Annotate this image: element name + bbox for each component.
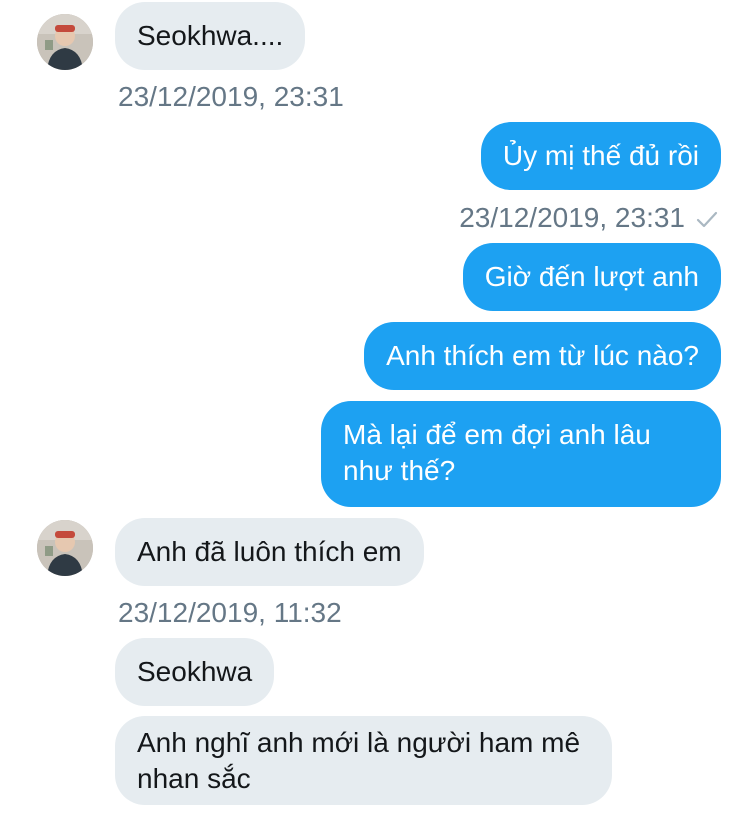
message-bubble-outgoing[interactable]: Giờ đến lượt anh <box>462 243 721 311</box>
message-bubble-incoming[interactable]: Seokhwa.... <box>115 2 306 70</box>
avatar-photo <box>37 14 93 70</box>
contact-avatar[interactable] <box>37 14 93 70</box>
message-timestamp-sent: 23/12/2019, 23:31 <box>459 201 719 237</box>
message-bubble-incoming[interactable]: Anh nghĩ anh mới là người ham mê nhan sắ… <box>115 716 612 805</box>
message-timestamp: 23/12/2019, 23:31 <box>118 81 344 112</box>
message-timestamp: 23/12/2019, 11:32 <box>118 597 342 628</box>
message-bubble-incoming[interactable]: Seokhwa <box>115 638 275 706</box>
contact-avatar[interactable] <box>37 520 93 576</box>
avatar-photo <box>37 520 93 576</box>
timestamp-text: 23/12/2019, 23:31 <box>459 202 685 233</box>
message-bubble-outgoing[interactable]: Mà lại để em đợi anh lâu như thế? <box>321 401 721 507</box>
checkmark-icon <box>695 203 719 237</box>
message-bubble-incoming[interactable]: Anh đã luôn thích em <box>115 518 424 586</box>
message-bubble-outgoing[interactable]: Ủy mị thế đủ rồi <box>480 122 721 190</box>
message-bubble-outgoing[interactable]: Anh thích em từ lúc nào? <box>364 322 721 390</box>
